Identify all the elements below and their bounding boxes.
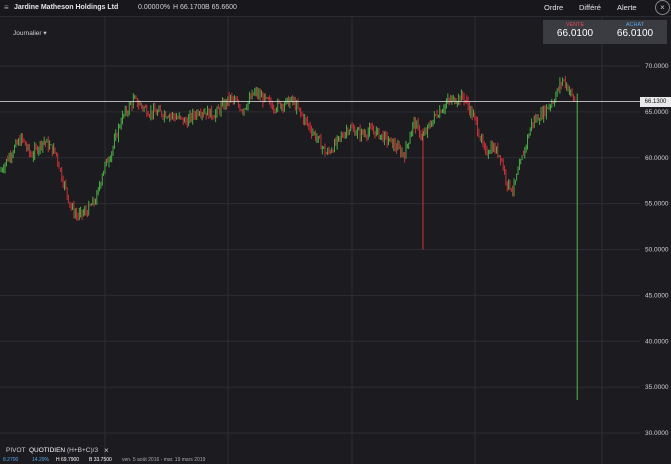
- indicator-formula: (H+B+C)/3: [67, 447, 99, 454]
- y-tick-label: 55.0000: [645, 201, 669, 208]
- day-low: B 65.6600: [205, 4, 237, 11]
- deferred-button[interactable]: Différé: [579, 3, 601, 12]
- remove-indicator-icon[interactable]: ×: [104, 446, 109, 455]
- y-tick-label: 50.0000: [645, 247, 669, 254]
- day-high: H 66.1700: [173, 4, 206, 11]
- buy-quote[interactable]: ACHAT 66.0100: [605, 22, 665, 39]
- indicator-legend: PIVOT QUOTIDIEN (H+B+C)/3 × 8.2700 14.29…: [0, 446, 671, 464]
- stat-a: 8.2700: [3, 457, 19, 463]
- interval-selector[interactable]: Journalier ▾: [13, 29, 47, 37]
- change-value: 0.0000: [138, 4, 160, 11]
- alert-button[interactable]: Alerte: [617, 3, 637, 12]
- sell-price: 66.0100: [556, 28, 594, 39]
- stat-b: 14.29%: [32, 457, 49, 463]
- buy-price: 66.0100: [616, 28, 654, 39]
- indicator-period: QUOTIDIEN: [29, 447, 66, 454]
- range-high: H 69.7900: [56, 457, 80, 463]
- sell-quote[interactable]: VENTE 66.0100: [545, 22, 605, 39]
- change-percent: 0%: [160, 4, 171, 11]
- y-tick-label: 45.0000: [645, 292, 669, 299]
- list-icon[interactable]: ≡: [4, 3, 9, 12]
- close-icon[interactable]: ×: [655, 0, 670, 15]
- date-range: ven. 5 août 2016 - mar. 19 mars 2019: [122, 457, 206, 463]
- indicator-name: PIVOT: [6, 447, 26, 454]
- y-tick-label: 70.0000: [645, 63, 669, 70]
- y-tick-label: 60.0000: [645, 155, 669, 162]
- current-price-tag: 66.1300: [640, 97, 671, 107]
- price-chart[interactable]: 70.0000 65.0000 60.0000 55.0000 50.0000 45.00…: [0, 0, 671, 464]
- y-tick-label: 35.0000: [645, 384, 669, 391]
- y-tick-label: 40.0000: [645, 338, 669, 345]
- y-tick-label: 30.0000: [645, 430, 669, 437]
- interval-label: Journalier: [13, 30, 42, 37]
- range-low: B 33.7500: [89, 457, 112, 463]
- instrument-title[interactable]: Jardine Matheson Holdings Ltd: [14, 4, 118, 11]
- quote-panel: VENTE 66.0100 ACHAT 66.0100: [543, 20, 667, 44]
- top-bar: ≡ Jardine Matheson Holdings Ltd 0.0000 0…: [0, 0, 671, 17]
- y-tick-label: 65.0000: [645, 109, 669, 116]
- chevron-down-icon: ▾: [43, 30, 47, 37]
- order-button[interactable]: Ordre: [544, 3, 563, 12]
